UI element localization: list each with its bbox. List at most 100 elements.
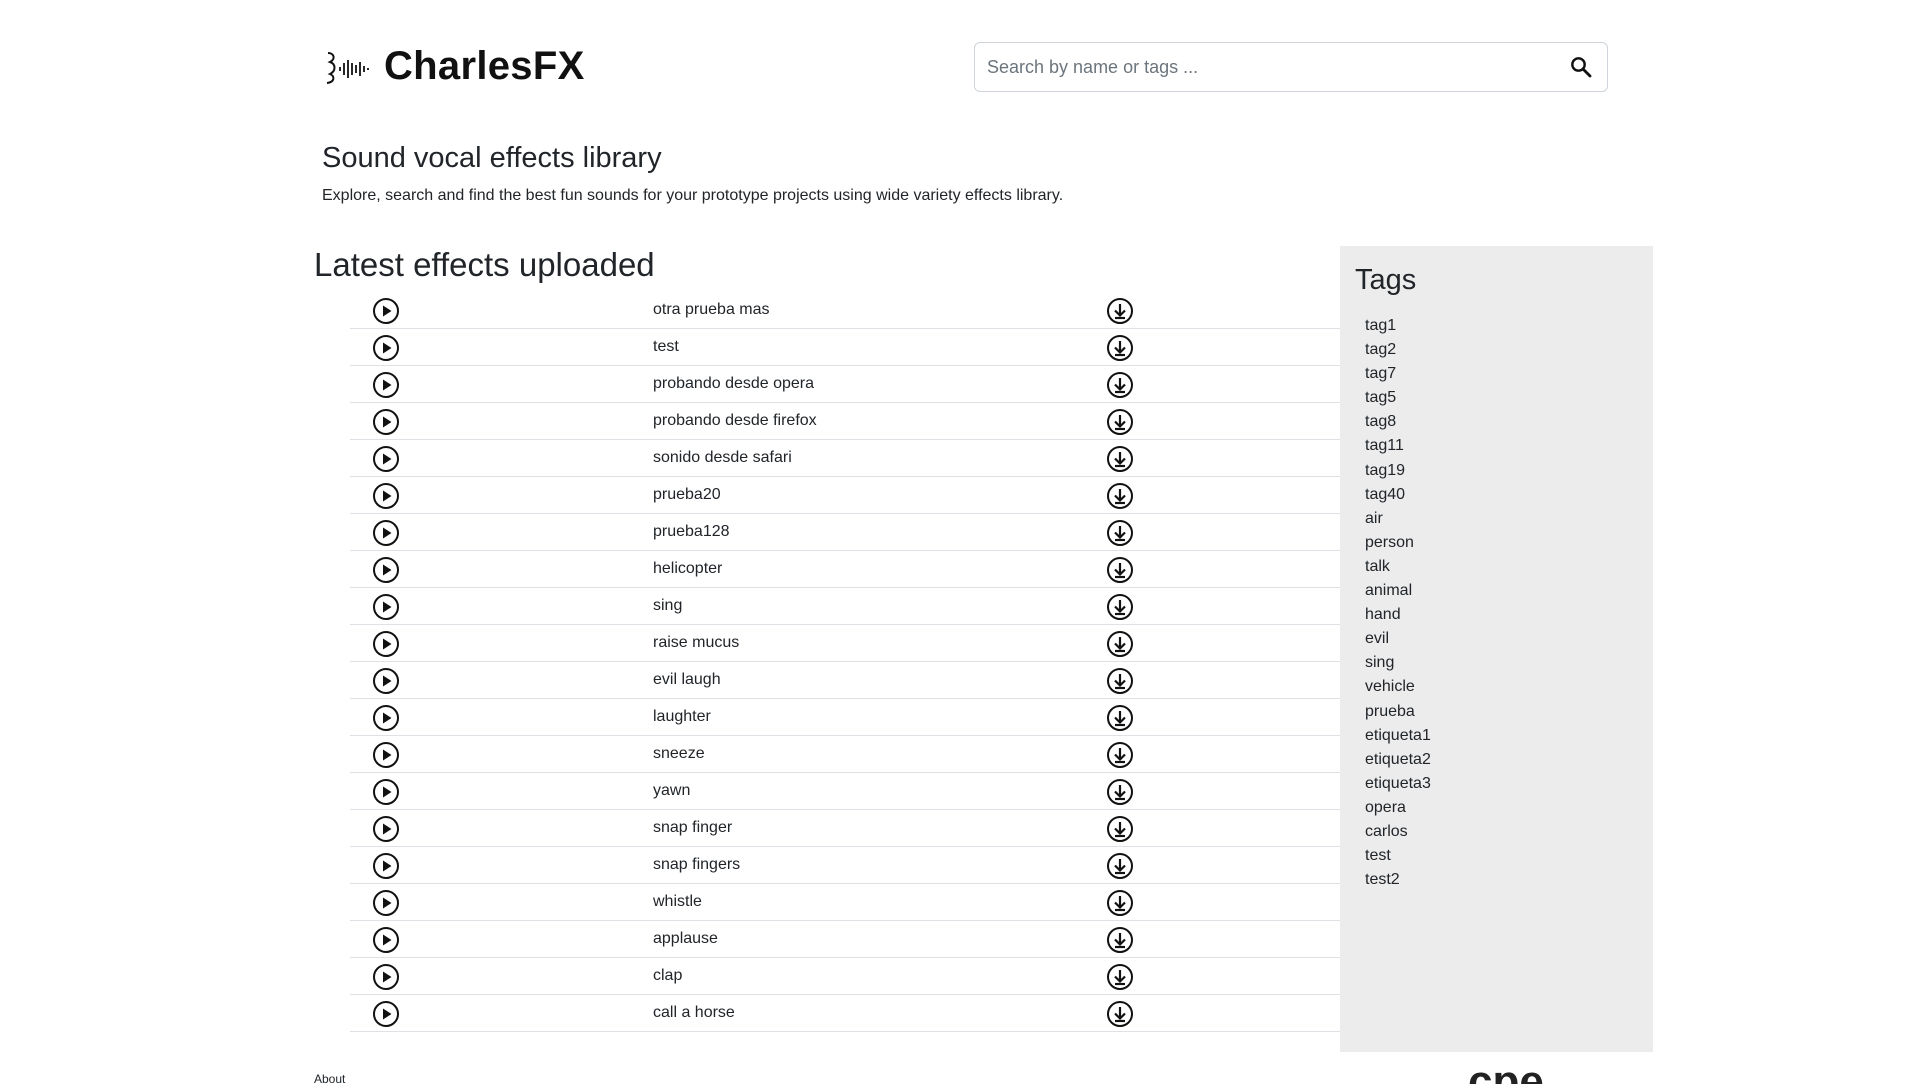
download-icon[interactable] — [1106, 704, 1134, 732]
play-icon[interactable] — [372, 926, 400, 954]
play-icon[interactable] — [372, 519, 400, 547]
search-input[interactable] — [975, 43, 1555, 91]
play-icon[interactable] — [372, 963, 400, 991]
play-icon[interactable] — [372, 630, 400, 658]
play-icon[interactable] — [372, 778, 400, 806]
download-icon[interactable] — [1106, 630, 1134, 658]
play-icon[interactable] — [372, 1000, 400, 1028]
download-icon[interactable] — [1106, 667, 1134, 695]
effect-row: otra prueba mas — [350, 292, 1340, 329]
page-title: Sound vocal effects library — [322, 142, 662, 174]
download-icon[interactable] — [1106, 408, 1134, 436]
play-icon[interactable] — [372, 889, 400, 917]
latest-effects-title: Latest effects uploaded — [314, 246, 655, 283]
effect-row: clap — [350, 958, 1340, 995]
tag-item[interactable]: tag19 — [1365, 459, 1653, 483]
download-icon[interactable] — [1106, 593, 1134, 621]
effect-row: prueba128 — [350, 514, 1340, 551]
tag-item[interactable]: test2 — [1365, 868, 1653, 892]
effect-name: laughter — [653, 708, 711, 725]
download-icon[interactable] — [1106, 778, 1134, 806]
effect-row: yawn — [350, 773, 1340, 810]
tag-item[interactable]: tag40 — [1365, 483, 1653, 507]
effect-row: sneeze — [350, 736, 1340, 773]
download-icon[interactable] — [1106, 852, 1134, 880]
tag-item[interactable]: hand — [1365, 603, 1653, 627]
tag-item[interactable]: carlos — [1365, 820, 1653, 844]
download-icon[interactable] — [1106, 815, 1134, 843]
tag-item[interactable]: sing — [1365, 651, 1653, 675]
effect-row: applause — [350, 921, 1340, 958]
effect-row: whistle — [350, 884, 1340, 921]
download-icon[interactable] — [1106, 519, 1134, 547]
effect-name: snap finger — [653, 819, 733, 836]
tag-item[interactable]: animal — [1365, 579, 1653, 603]
play-icon[interactable] — [372, 297, 400, 325]
search-button[interactable] — [1555, 43, 1607, 91]
play-icon[interactable] — [372, 593, 400, 621]
search-icon — [1571, 57, 1592, 78]
download-icon[interactable] — [1106, 334, 1134, 362]
play-icon[interactable] — [372, 815, 400, 843]
effect-row: raise mucus — [350, 625, 1340, 662]
tag-item[interactable]: opera — [1365, 796, 1653, 820]
effect-name: otra prueba mas — [653, 301, 770, 318]
play-icon[interactable] — [372, 704, 400, 732]
download-icon[interactable] — [1106, 556, 1134, 584]
tag-item[interactable]: evil — [1365, 627, 1653, 651]
footer-about-link[interactable]: About — [314, 1072, 345, 1086]
download-icon[interactable] — [1106, 889, 1134, 917]
effect-row: sonido desde safari — [350, 440, 1340, 477]
effect-row: laughter — [350, 699, 1340, 736]
download-icon[interactable] — [1106, 445, 1134, 473]
tag-item[interactable]: tag8 — [1365, 410, 1653, 434]
tag-item[interactable]: air — [1365, 507, 1653, 531]
play-icon[interactable] — [372, 556, 400, 584]
tag-item[interactable]: tag1 — [1365, 314, 1653, 338]
tag-item[interactable]: prueba — [1365, 700, 1653, 724]
brand-logo[interactable]: CharlesFX — [322, 44, 585, 89]
download-icon[interactable] — [1106, 482, 1134, 510]
download-icon[interactable] — [1106, 371, 1134, 399]
tag-item[interactable]: tag11 — [1365, 434, 1653, 458]
tag-item[interactable]: talk — [1365, 555, 1653, 579]
effect-row: sing — [350, 588, 1340, 625]
play-icon[interactable] — [372, 334, 400, 362]
play-icon[interactable] — [372, 408, 400, 436]
hero-section: Sound vocal effects library Explore, sea… — [322, 142, 1222, 205]
effect-row: call a horse — [350, 995, 1340, 1032]
download-icon[interactable] — [1106, 297, 1134, 325]
play-icon[interactable] — [372, 852, 400, 880]
effect-name: sneeze — [653, 745, 705, 762]
play-icon[interactable] — [372, 482, 400, 510]
play-icon[interactable] — [372, 741, 400, 769]
download-icon[interactable] — [1106, 963, 1134, 991]
download-icon[interactable] — [1106, 926, 1134, 954]
footer-logo-text: cpe — [1468, 1060, 1544, 1084]
tag-item[interactable]: person — [1365, 531, 1653, 555]
tag-item[interactable]: tag5 — [1365, 386, 1653, 410]
effect-row: prueba20 — [350, 477, 1340, 514]
tag-item[interactable]: etiqueta1 — [1365, 724, 1653, 748]
tag-item[interactable]: etiqueta3 — [1365, 772, 1653, 796]
tag-item[interactable]: vehicle — [1365, 675, 1653, 699]
effect-name: sonido desde safari — [653, 449, 792, 466]
effect-row: evil laugh — [350, 662, 1340, 699]
effect-row: test — [350, 329, 1340, 366]
play-icon[interactable] — [372, 371, 400, 399]
download-icon[interactable] — [1106, 1000, 1134, 1028]
tag-item[interactable]: etiqueta2 — [1365, 748, 1653, 772]
download-icon[interactable] — [1106, 741, 1134, 769]
tag-item[interactable]: tag7 — [1365, 362, 1653, 386]
effect-row: probando desde firefox — [350, 403, 1340, 440]
tags-title: Tags — [1355, 264, 1417, 296]
play-icon[interactable] — [372, 667, 400, 695]
effect-name: clap — [653, 967, 683, 984]
tag-item[interactable]: tag2 — [1365, 338, 1653, 362]
effect-name: probando desde opera — [653, 375, 815, 392]
effect-name: yawn — [653, 782, 691, 799]
play-icon[interactable] — [372, 445, 400, 473]
effect-name: prueba20 — [653, 486, 721, 503]
effect-name: raise mucus — [653, 634, 740, 651]
tag-item[interactable]: test — [1365, 844, 1653, 868]
